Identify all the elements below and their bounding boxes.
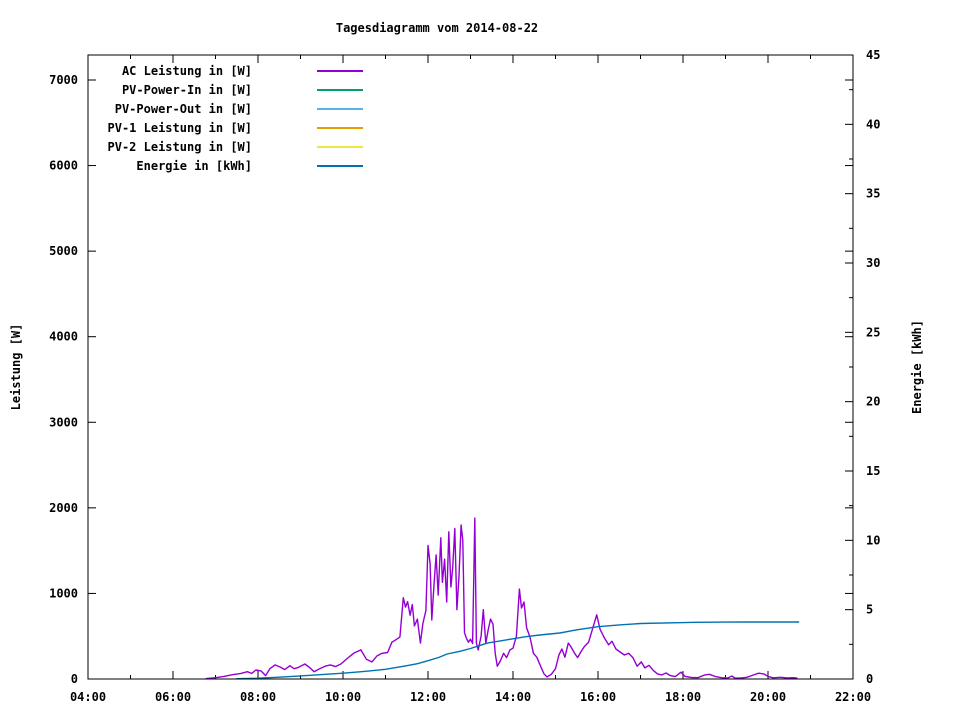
y1-axis-title: Leistung [W]: [9, 324, 23, 411]
y2-tick-label: 15: [866, 464, 880, 478]
x-tick-label: 10:00: [325, 690, 361, 704]
chart-canvas: 04:00 06:00 08:00 10:00 12:00 14:00 16:00 18:00…: [9, 48, 924, 704]
y1-tick-label: 0: [71, 672, 78, 686]
y2-tick-label: 10: [866, 533, 880, 547]
y2-tick-label: 30: [866, 256, 880, 270]
x-tick-label: 16:00: [580, 690, 616, 704]
y1-tick-label: 1000: [49, 586, 78, 600]
y2-tick-label: 35: [866, 187, 880, 201]
y2-tick-label: 5: [866, 603, 873, 617]
series-ac-leistung-in-w-: [205, 517, 798, 680]
x-tick-label: 04:00: [70, 690, 106, 704]
x-tick-label: 06:00: [155, 690, 191, 704]
legend-label: AC Leistung in [W]: [122, 64, 252, 78]
legend-label: PV-Power-In in [W]: [122, 83, 252, 97]
y1-tick-label: 7000: [49, 73, 78, 87]
x-tick-label: 08:00: [240, 690, 276, 704]
y2-tick-label: 40: [866, 117, 880, 131]
x-tick-label: 18:00: [665, 690, 701, 704]
legend-label: PV-1 Leistung in [W]: [108, 121, 253, 135]
y2-tick-label: 25: [866, 325, 880, 339]
y1-tick-label: 2000: [49, 501, 78, 515]
y1-tick-label: 6000: [49, 159, 78, 173]
x-tick-label: 12:00: [410, 690, 446, 704]
legend-label: PV-2 Leistung in [W]: [108, 140, 253, 154]
x-tick-label: 22:00: [835, 690, 871, 704]
legend-label: PV-Power-Out in [W]: [115, 102, 252, 116]
y2-tick-label: 0: [866, 672, 873, 686]
tagesdiagramm-chart: Tagesdiagramm vom 2014-08-22 04:00 06:00 0…: [0, 0, 960, 720]
y2-tick-label: 45: [866, 48, 880, 62]
x-tick-label: 20:00: [750, 690, 786, 704]
y1-tick-label: 4000: [49, 330, 78, 344]
y2-axis-title: Energie [kWh]: [910, 320, 924, 414]
series-energie-in-kwh-: [236, 621, 800, 680]
y1-tick-label: 5000: [49, 244, 78, 258]
legend-label: Energie in [kWh]: [136, 159, 252, 173]
y2-tick-label: 20: [866, 395, 880, 409]
x-tick-label: 14:00: [495, 690, 531, 704]
chart-title: Tagesdiagramm vom 2014-08-22: [335, 21, 539, 35]
y1-tick-label: 3000: [49, 415, 78, 429]
